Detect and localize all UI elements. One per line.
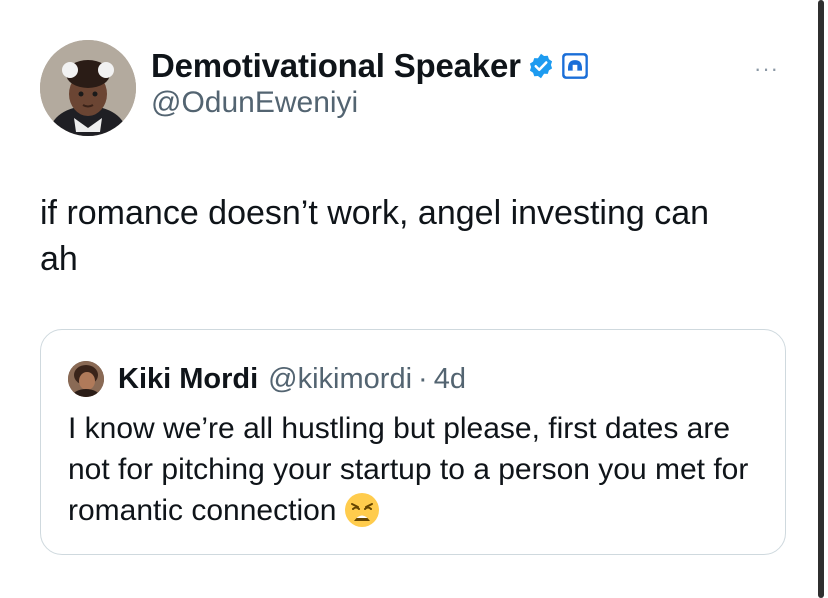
quoted-author-name[interactable]: Kiki Mordi [118,363,258,396]
quoted-separator: · [418,362,428,395]
author-avatar[interactable] [40,40,136,136]
quoted-timestamp[interactable]: 4d [434,363,466,396]
quoted-tweet-card[interactable]: Kiki Mordi @kikimordi · 4d I know we’re … [40,329,786,555]
verified-badge-icon[interactable] [527,52,555,80]
quoted-tweet-text-block: I know we’re all hustling but please, fi… [68,408,768,531]
quoted-author-avatar[interactable] [68,361,104,397]
quoted-author-handle[interactable]: @kikimordi [268,363,412,396]
more-options-icon[interactable]: ··· [754,58,779,80]
avatar-photo-icon [68,361,104,397]
quoted-tweet-text: I know we’re all hustling but please, fi… [68,412,749,527]
weary-face-emoji-icon [345,493,380,527]
tweet-text: if romance doesn’t work, angel investing… [40,194,710,278]
author-name-row: Demotivational Speaker [151,44,589,88]
author-handle[interactable]: @OdunEweniyi [151,86,358,120]
author-display-name[interactable]: Demotivational Speaker [151,47,521,85]
avatar-photo-icon [40,40,136,136]
scrollbar[interactable] [818,0,824,598]
quoted-tweet-header: Kiki Mordi @kikimordi · 4d [68,361,466,397]
affiliate-badge-icon[interactable] [561,52,589,80]
